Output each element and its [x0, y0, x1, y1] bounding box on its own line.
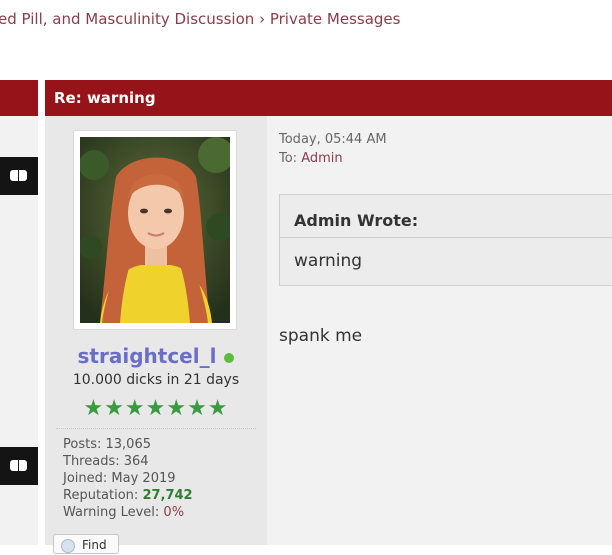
- breadcrumb-separator: ›: [259, 10, 266, 28]
- breadcrumb: ed Pill, and Masculinity Discussion › Pr…: [0, 10, 400, 28]
- quote-text: warning: [294, 251, 363, 271]
- toggle-icon: [10, 460, 27, 471]
- stat-joined: Joined: May 2019: [63, 470, 193, 487]
- post-recipient-line: To: Admin: [279, 151, 343, 166]
- stat-reputation-label: Reputation:: [63, 488, 139, 503]
- post-date: Today, 05:44 AM: [279, 132, 387, 147]
- user-title: 10.000 dicks in 21 days: [72, 372, 240, 388]
- divider: [56, 428, 256, 429]
- quote-author: Admin Wrote:: [294, 211, 419, 230]
- stat-posts-label: Posts:: [63, 437, 102, 452]
- find-button-label: Find: [82, 538, 107, 552]
- post-message: spank me: [279, 326, 363, 346]
- stat-joined-label: Joined:: [63, 471, 108, 486]
- to-label: To:: [279, 151, 298, 166]
- find-button[interactable]: Find: [53, 534, 119, 554]
- breadcrumb-forum-link[interactable]: ed Pill, and Masculinity Discussion: [0, 10, 254, 28]
- avatar-image: [80, 137, 230, 323]
- breadcrumb-current[interactable]: Private Messages: [270, 10, 401, 28]
- user-stats: Posts: 13,065 Threads: 364 Joined: May 2…: [63, 436, 193, 521]
- avatar[interactable]: [73, 130, 237, 330]
- find-icon: [61, 539, 75, 553]
- column-gap: [38, 80, 45, 545]
- adjacent-post-panel: [0, 116, 38, 545]
- stat-warning: Warning Level: 0%: [63, 504, 193, 521]
- online-status-icon: [224, 352, 235, 363]
- stat-threads: Threads: 364: [63, 453, 193, 470]
- quote-block: Admin Wrote: warning: [279, 194, 612, 286]
- stat-warning-label: Warning Level:: [63, 505, 160, 520]
- post-content: Today, 05:44 AM To: Admin Admin Wrote: w…: [267, 116, 612, 545]
- username[interactable]: straightcel_l: [45, 344, 267, 368]
- stat-warning-value[interactable]: 0%: [163, 505, 184, 520]
- stat-reputation: Reputation: 27,742: [63, 487, 193, 504]
- toggle-icon: [10, 170, 27, 181]
- adjacent-post-header: [0, 80, 38, 116]
- collapse-toggle-button[interactable]: [0, 447, 38, 485]
- stat-posts: Posts: 13,065: [63, 436, 193, 453]
- post-title: Re: warning: [45, 80, 612, 116]
- user-info-panel: straightcel_l 10.000 dicks in 21 days ★★…: [45, 116, 267, 554]
- stat-threads-value: 364: [123, 454, 149, 469]
- stat-posts-value: 13,065: [105, 437, 152, 452]
- recipient-link[interactable]: Admin: [301, 151, 342, 166]
- stat-threads-label: Threads:: [63, 454, 120, 469]
- user-rank-stars: ★★★★★★★: [83, 396, 229, 421]
- stat-reputation-value[interactable]: 27,742: [142, 488, 192, 503]
- stat-joined-value: May 2019: [111, 471, 176, 486]
- username-text[interactable]: straightcel_l: [78, 344, 217, 368]
- collapse-toggle-button[interactable]: [0, 157, 38, 195]
- quote-divider: [280, 237, 612, 238]
